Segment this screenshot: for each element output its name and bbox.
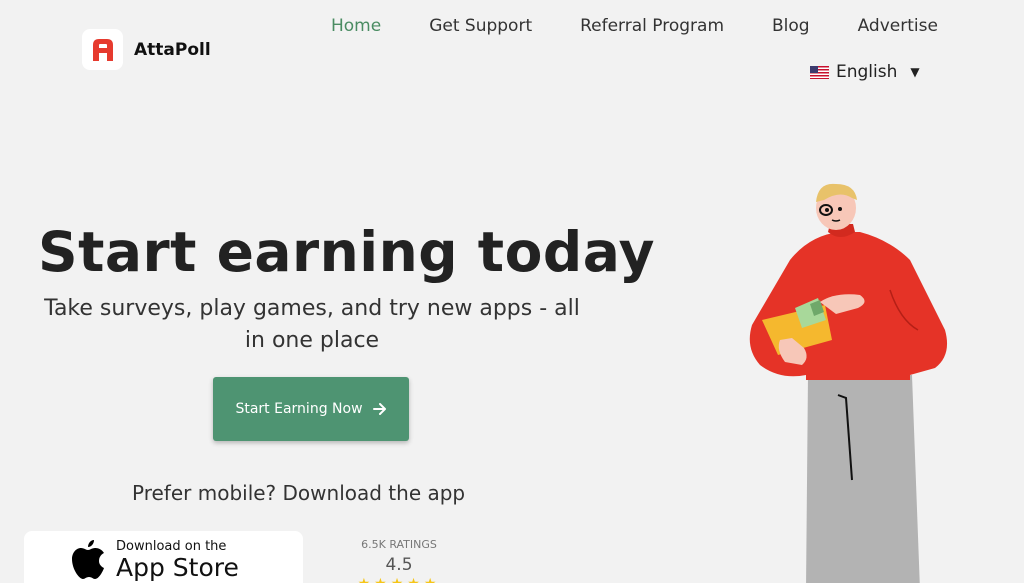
nav-referral-program[interactable]: Referral Program: [580, 16, 724, 36]
appstore-small-text: Download on the: [116, 539, 227, 554]
start-earning-button[interactable]: Start Earning Now: [213, 377, 409, 441]
nav-get-support[interactable]: Get Support: [429, 16, 532, 36]
mobile-download-prompt: Prefer mobile? Download the app: [132, 481, 466, 505]
nav-home[interactable]: Home: [331, 16, 381, 36]
arrow-right-icon: [372, 403, 386, 415]
language-selector[interactable]: English ▼: [810, 62, 920, 82]
star-icon: ★: [407, 576, 424, 583]
person-with-wallet-illustration: [749, 183, 948, 583]
rating-score: 4.5: [385, 555, 413, 575]
ratings-count: 6.5K RATINGS: [361, 538, 437, 551]
nav-blog[interactable]: Blog: [772, 16, 810, 36]
start-earning-label: Start Earning Now: [235, 401, 363, 417]
main-nav: Home Get Support Referral Program Blog A…: [331, 16, 938, 36]
brand-name: AttaPoll: [134, 39, 211, 60]
star-icon: ★: [358, 576, 375, 583]
star-icon: ★: [391, 576, 408, 583]
language-label: English: [836, 62, 898, 82]
app-ratings: 6.5K RATINGS 4.5 ★★★★★: [340, 538, 458, 583]
app-store-button[interactable]: Download on the App Store: [24, 531, 303, 583]
star-icon: ★: [374, 576, 391, 583]
hero-subtitle: Take surveys, play games, and try new ap…: [44, 296, 580, 353]
star-half-icon: ★: [424, 576, 441, 583]
apple-icon: [72, 540, 104, 579]
caret-down-icon: ▼: [910, 65, 920, 79]
rating-stars: ★★★★★: [340, 576, 458, 583]
attapoll-logo-icon: [82, 29, 123, 70]
appstore-big-text: App Store: [116, 553, 239, 582]
us-flag-icon: [810, 65, 829, 79]
hero-title: Start earning today: [38, 220, 656, 284]
nav-advertise[interactable]: Advertise: [858, 16, 938, 36]
brand-logo[interactable]: AttaPoll: [82, 29, 211, 70]
